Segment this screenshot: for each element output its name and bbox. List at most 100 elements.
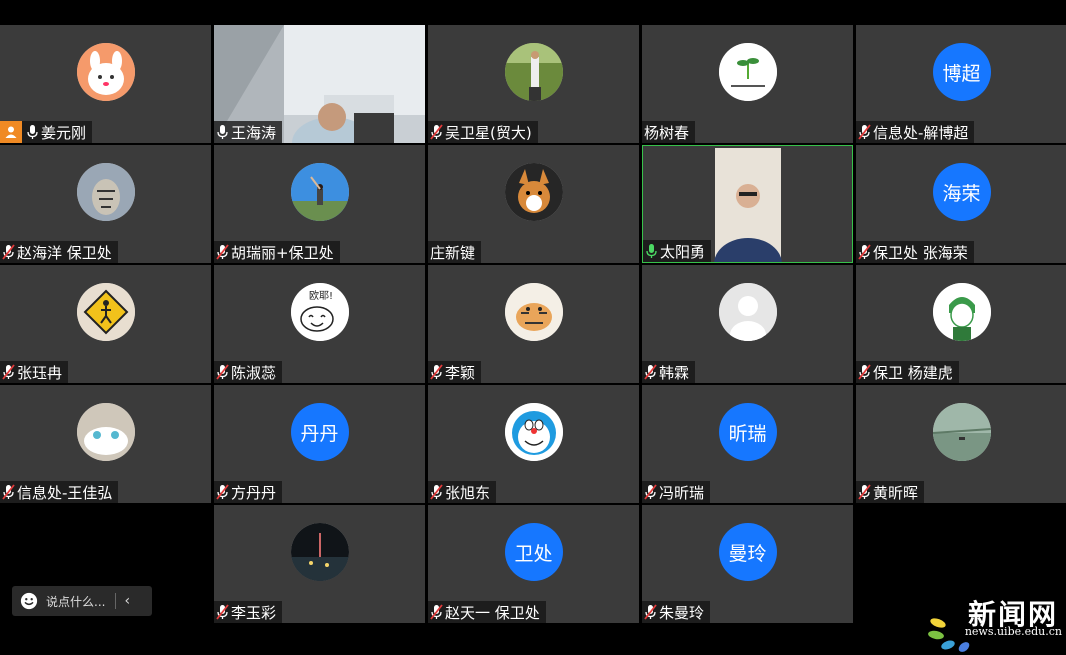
mic-muted-icon xyxy=(2,364,15,380)
avatar: 博超 xyxy=(932,43,991,101)
mic-muted-icon xyxy=(430,604,443,620)
participant-name: 张珏冉 xyxy=(17,363,63,382)
avatar-initials: 卫处 xyxy=(514,542,553,565)
avatar-initials: 博超 xyxy=(942,62,981,85)
avatar: 曼玲 xyxy=(718,523,777,581)
avatar: 卫处 xyxy=(504,523,563,581)
chat-bar[interactable]: 说点什么... ‹ xyxy=(12,586,152,616)
participant-label: 赵天一 保卫处 xyxy=(428,601,546,623)
avatar xyxy=(718,283,777,341)
participant-tile[interactable]: 李颖 xyxy=(428,265,639,383)
mic-muted-icon xyxy=(430,364,443,380)
chevron-left-icon[interactable]: ‹ xyxy=(124,593,130,609)
avatar xyxy=(76,403,135,461)
participant-label: 吴卫星(贸大) xyxy=(428,121,538,143)
participant-tile[interactable]: 张旭东 xyxy=(428,385,639,503)
avatar-initials: 海荣 xyxy=(942,182,981,205)
participant-name: 保卫 杨建虎 xyxy=(873,363,953,382)
participant-name: 李颖 xyxy=(445,363,476,382)
participant-name: 吴卫星(贸大) xyxy=(445,123,532,142)
avatar xyxy=(504,403,563,461)
mic-icon xyxy=(646,244,657,258)
mic-muted-icon xyxy=(430,484,443,500)
avatar xyxy=(932,283,991,341)
participant-name: 李玉彩 xyxy=(231,603,277,622)
participant-label: 保卫处 张海荣 xyxy=(856,241,974,263)
participant-label: 陈淑蕊 xyxy=(214,361,283,383)
avatar xyxy=(290,163,349,221)
mic-muted-icon xyxy=(216,364,229,380)
participant-tile[interactable]: 杨树春 xyxy=(642,25,853,143)
avatar xyxy=(932,403,991,461)
avatar: 海荣 xyxy=(932,163,991,221)
participant-name: 朱曼玲 xyxy=(659,603,705,622)
participant-label: 姜元刚 xyxy=(0,121,93,143)
mic-muted-icon xyxy=(858,364,871,380)
participant-label: 韩霖 xyxy=(642,361,696,383)
emoji-icon[interactable] xyxy=(20,592,38,610)
participant-tile[interactable]: 黄昕晖 xyxy=(856,385,1066,503)
avatar xyxy=(718,43,777,101)
watermark-url: news.uibe.edu.cn xyxy=(964,625,1062,638)
avatar-initials: 昕瑞 xyxy=(728,422,767,445)
participant-tile[interactable]: 姜元刚 xyxy=(0,25,211,143)
avatar xyxy=(76,283,135,341)
participant-label: 张旭东 xyxy=(428,481,497,503)
svg-text:欧耶!: 欧耶! xyxy=(309,290,333,302)
participant-name: 张旭东 xyxy=(445,483,491,502)
participant-tile[interactable]: 欧耶! 陈淑蕊 xyxy=(214,265,425,383)
participant-tile[interactable]: 丹丹 方丹丹 xyxy=(214,385,425,503)
participant-tile[interactable]: 海荣保卫处 张海荣 xyxy=(856,145,1066,263)
watermark: 新闻网 news.uibe.edu.cn xyxy=(926,585,1066,655)
participant-label: 保卫 杨建虎 xyxy=(856,361,959,383)
participant-tile[interactable]: 王海涛 xyxy=(214,25,425,143)
mic-muted-icon xyxy=(216,604,229,620)
avatar: 欧耶! xyxy=(290,283,349,341)
participant-name: 保卫处 张海荣 xyxy=(873,243,968,262)
participant-label: 太阳勇 xyxy=(643,240,712,262)
participant-tile[interactable]: 卫处赵天一 保卫处 xyxy=(428,505,639,623)
participant-tile[interactable]: 保卫 杨建虎 xyxy=(856,265,1066,383)
participant-label: 冯昕瑞 xyxy=(642,481,711,503)
mic-muted-icon xyxy=(858,244,871,260)
chat-input[interactable]: 说点什么... xyxy=(46,593,105,610)
participant-name: 黄昕晖 xyxy=(873,483,919,502)
participant-grid: 姜元刚 王海涛 吴卫星(贸大) 杨树春 博超信息处-解博超赵海洋 保卫处 胡瑞丽+保卫处 庄… xyxy=(0,25,1066,625)
participant-label: 信息处-解博超 xyxy=(856,121,975,143)
participant-tile[interactable]: 吴卫星(贸大) xyxy=(428,25,639,143)
mic-muted-icon xyxy=(216,484,229,500)
participant-label: 王海涛 xyxy=(214,121,283,143)
participant-name: 胡瑞丽+保卫处 xyxy=(231,243,334,262)
participant-tile[interactable]: 李玉彩 xyxy=(214,505,425,623)
mic-muted-icon xyxy=(858,484,871,500)
participant-name: 王海涛 xyxy=(231,123,277,142)
participant-name: 信息处-解博超 xyxy=(873,123,969,142)
participant-tile[interactable]: 赵海洋 保卫处 xyxy=(0,145,211,263)
participant-label: 朱曼玲 xyxy=(642,601,711,623)
participant-label: 杨树春 xyxy=(642,121,696,143)
participant-label: 信息处-王佳弘 xyxy=(0,481,119,503)
participant-label: 张珏冉 xyxy=(0,361,69,383)
participant-name: 冯昕瑞 xyxy=(659,483,705,502)
participant-tile[interactable]: 张珏冉 xyxy=(0,265,211,383)
participant-name: 杨树春 xyxy=(644,123,690,142)
participant-name: 庄新键 xyxy=(430,243,476,262)
participant-tile[interactable]: 庄新键 xyxy=(428,145,639,263)
participant-label: 李玉彩 xyxy=(214,601,283,623)
participant-label: 庄新键 xyxy=(428,241,482,263)
participant-tile[interactable]: 太阳勇 xyxy=(642,145,853,263)
mic-muted-icon xyxy=(644,364,657,380)
participant-label: 胡瑞丽+保卫处 xyxy=(214,241,340,263)
participant-tile[interactable]: 博超信息处-解博超 xyxy=(856,25,1066,143)
participant-label: 黄昕晖 xyxy=(856,481,925,503)
participant-tile[interactable]: 信息处-王佳弘 xyxy=(0,385,211,503)
avatar xyxy=(504,283,563,341)
mic-icon xyxy=(27,125,38,139)
participant-tile[interactable]: 胡瑞丽+保卫处 xyxy=(214,145,425,263)
participant-tile[interactable]: 曼玲朱曼玲 xyxy=(642,505,853,623)
participant-tile[interactable]: 韩霖 xyxy=(642,265,853,383)
mic-muted-icon xyxy=(216,244,229,260)
mic-muted-icon xyxy=(2,484,15,500)
participant-tile[interactable]: 昕瑞冯昕瑞 xyxy=(642,385,853,503)
avatar xyxy=(76,43,135,101)
